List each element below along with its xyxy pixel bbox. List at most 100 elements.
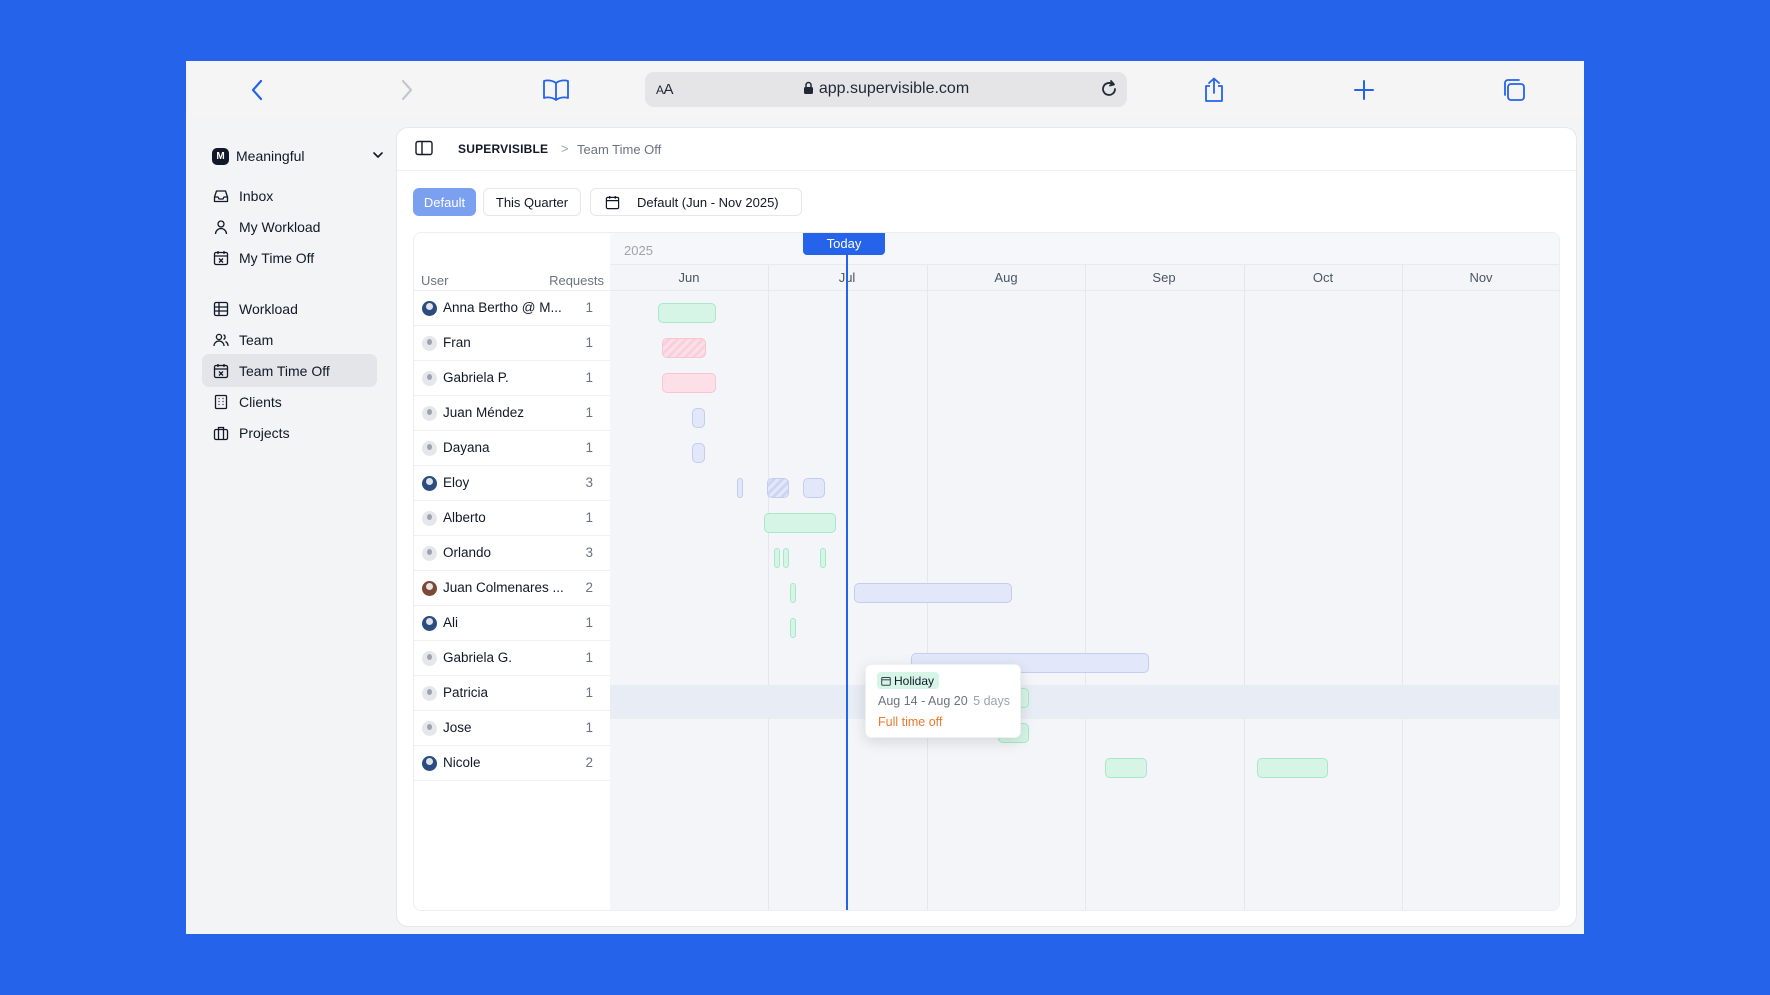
time-off-bar[interactable] [1257,758,1328,778]
time-off-bar[interactable] [737,478,743,498]
user-row[interactable]: Juan Méndez 1 [414,396,610,431]
request-count: 1 [585,685,593,700]
user-row[interactable]: Jose 1 [414,711,610,746]
request-count: 1 [585,615,593,630]
tabs-overview-icon[interactable] [1499,75,1529,105]
sidebar-item-my-time-off[interactable]: My Time Off [202,241,377,274]
request-count: 3 [585,475,593,490]
column-header-user[interactable]: User [421,273,448,288]
workspace-switcher[interactable]: M Meaningful [212,144,384,168]
time-off-bar[interactable] [662,373,716,393]
time-off-bar[interactable] [774,548,780,568]
time-off-bar[interactable] [854,583,1012,603]
sidebar-item-workload[interactable]: Workload [202,292,377,325]
address-bar[interactable]: AA app.supervisible.com [645,72,1127,107]
year-label: 2025 [624,243,653,258]
time-off-bar[interactable] [692,443,705,463]
sidebar-item-label: Projects [239,424,290,441]
time-off-timeline: 2025 Jun Jul Aug Sep Oct Nov User Reques… [413,232,1560,911]
sidebar-item-inbox[interactable]: Inbox [202,179,377,212]
time-off-bar[interactable] [692,408,705,428]
time-off-bar[interactable] [767,478,789,498]
request-count: 1 [585,405,593,420]
avatar [422,371,437,386]
sidebar-item-clients[interactable]: Clients [202,385,377,418]
sidebar-toggle-icon[interactable] [415,140,433,156]
user-row[interactable]: Eloy 3 [414,466,610,501]
avatar [422,581,437,596]
user-name: Juan Colmenares ... [443,580,563,595]
calendar-icon [881,676,891,686]
url-text: app.supervisible.com [818,80,970,97]
user-icon [212,218,230,236]
avatar [422,301,437,316]
user-row[interactable]: Juan Colmenares ... 2 [414,571,610,606]
user-name: Patricia [443,685,489,700]
user-row[interactable]: Fran 1 [414,326,610,361]
bookmarks-icon[interactable] [541,75,571,105]
date-range-picker[interactable]: Default (Jun - Nov 2025) [590,188,802,216]
sidebar-item-team[interactable]: Team [202,323,377,356]
user-row[interactable]: Gabriela G. 1 [414,641,610,676]
avatar [422,441,437,456]
user-name: Fran [443,335,471,350]
page-header: SUPERVISIBLE > Team Time Off [397,128,1576,171]
inbox-icon [212,187,230,205]
reload-icon[interactable] [1097,77,1121,101]
sidebar-item-projects[interactable]: Projects [202,416,377,449]
year-header: 2025 [610,233,1559,265]
sidebar-item-label: My Time Off [239,249,315,266]
share-icon[interactable] [1199,75,1229,105]
request-count: 1 [585,510,593,525]
user-name: Nicole [443,755,481,770]
sidebar-item-my-workload[interactable]: My Workload [202,210,377,243]
user-name: Gabriela G. [443,650,513,665]
hovered-row-highlight [610,685,1559,719]
sidebar-item-label: Team Time Off [239,362,330,379]
avatar [422,546,437,561]
sidebar-item-label: Clients [239,393,282,410]
sidebar-item-label: Team [239,331,274,348]
user-row[interactable]: Gabriela P. 1 [414,361,610,396]
briefcase-icon [212,424,230,442]
user-row[interactable]: Dayana 1 [414,431,610,466]
today-line [846,233,848,910]
new-tab-icon[interactable] [1349,75,1379,105]
sidebar-item-team-time-off[interactable]: Team Time Off [202,354,377,387]
user-row[interactable]: Alberto 1 [414,501,610,536]
user-row[interactable]: Anna Bertho @ M... 1 [414,291,610,326]
avatar [422,476,437,491]
forward-icon[interactable] [392,75,422,105]
avatar [422,616,437,631]
back-icon[interactable] [242,75,272,105]
time-off-bar[interactable] [783,548,789,568]
sidebar-item-label: Inbox [239,187,274,204]
breadcrumb-brand[interactable]: SUPERVISIBLE [458,142,548,156]
time-off-bar[interactable] [790,618,796,638]
month-divider [1402,265,1403,910]
time-off-bar[interactable] [764,513,836,533]
time-off-bar[interactable] [820,548,826,568]
user-name: Gabriela P. [443,370,509,385]
time-off-bar[interactable] [803,478,825,498]
user-row[interactable]: Patricia 1 [414,676,610,711]
time-off-bar[interactable] [1105,758,1147,778]
user-row[interactable]: Orlando 3 [414,536,610,571]
month-label: Aug [994,270,1018,285]
sidebar-item-label: My Workload [239,218,321,235]
user-name: Alberto [443,510,486,525]
this-quarter-button[interactable]: This Quarter [483,188,581,216]
user-row[interactable]: Nicole 2 [414,746,610,781]
sidebar-item-label: Workload [239,300,298,317]
time-off-bar[interactable] [658,303,716,323]
time-off-bar[interactable] [662,338,706,358]
time-off-bar[interactable] [790,583,796,603]
calendar-icon [605,195,620,209]
avatar [422,336,437,351]
default-view-button[interactable]: Default [413,188,476,216]
avatar [422,511,437,526]
column-header-requests[interactable]: Requests [549,273,604,288]
users-icon [212,331,230,349]
user-name: Dayana [443,440,490,455]
user-row[interactable]: Ali 1 [414,606,610,641]
